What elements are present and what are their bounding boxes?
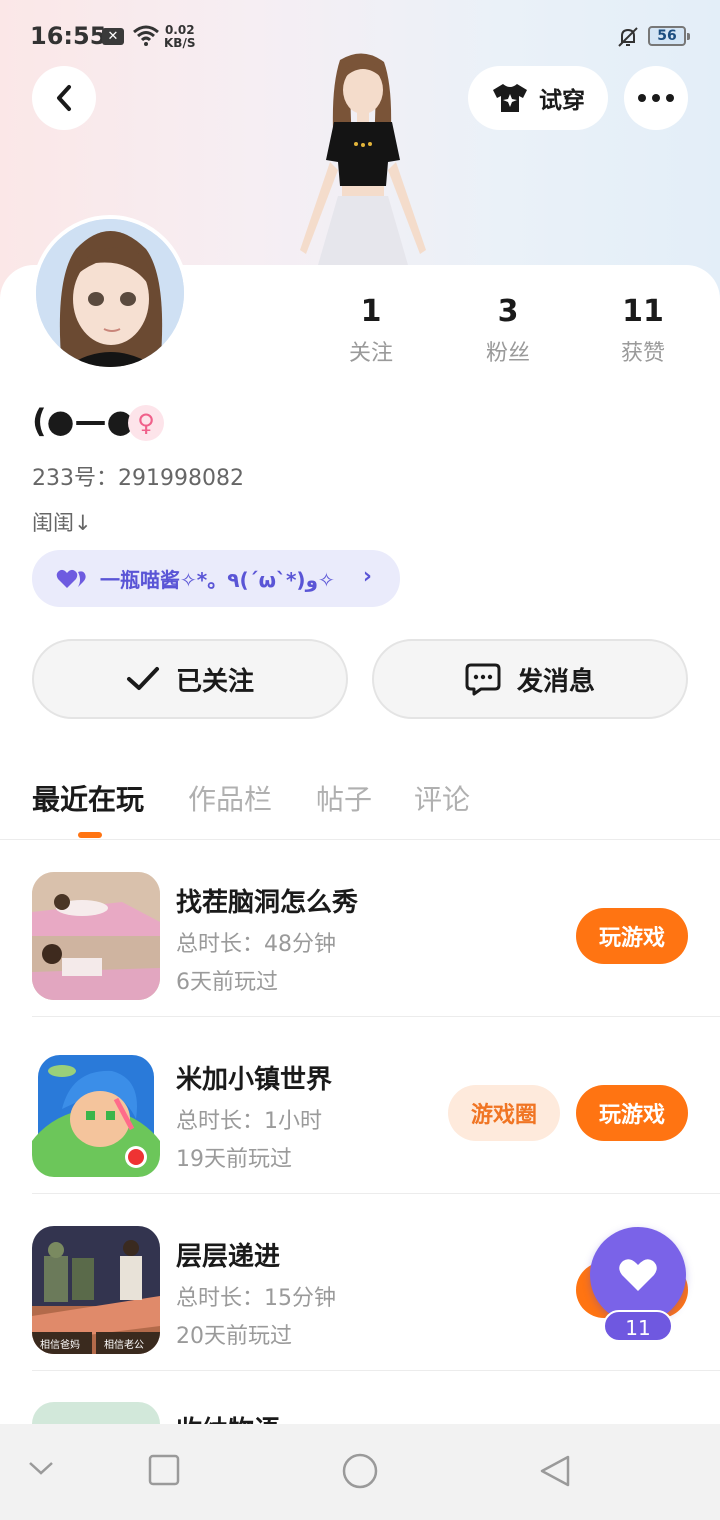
- likes-count: 11: [622, 294, 664, 329]
- game-row[interactable]: 找茬脑洞怎么秀 总时长：48分钟 6天前玩过 玩游戏: [0, 840, 720, 1017]
- play-game-button[interactable]: 玩游戏: [576, 1085, 688, 1141]
- try-on-button[interactable]: 试穿: [468, 66, 608, 130]
- message-button[interactable]: 发消息: [372, 639, 688, 719]
- tab-recently-played[interactable]: 最近在玩: [32, 778, 144, 818]
- female-icon: ♀: [128, 405, 164, 441]
- nav-back-icon[interactable]: [538, 1454, 572, 1488]
- game-icon[interactable]: [32, 872, 160, 1000]
- status-time: 16:55: [30, 22, 107, 50]
- chat-bubble-icon: [465, 663, 501, 696]
- bell-muted-icon: [618, 27, 638, 47]
- user-id[interactable]: 233号：291998082: [32, 460, 244, 492]
- user-bio: 闺闺↓: [32, 511, 92, 535]
- nav-home-icon[interactable]: [341, 1452, 379, 1490]
- relation-pill[interactable]: 一瓶喵酱✧*。٩(ˊωˋ*)و✧ ›: [32, 550, 400, 607]
- game-title: 米加小镇世界: [176, 1065, 333, 1095]
- avatar-portrait: [36, 219, 184, 367]
- game-last-played: 6天前玩过: [176, 970, 278, 995]
- chevron-left-icon: [57, 85, 71, 111]
- icon-caption-right: 相信老公: [104, 1338, 144, 1351]
- battery-indicator: 56: [648, 26, 690, 46]
- check-icon: [126, 667, 159, 690]
- game-circle-button[interactable]: 游戏圈: [448, 1085, 560, 1141]
- avatar-character-figure: [300, 53, 426, 265]
- tab-works[interactable]: 作品栏: [188, 778, 272, 818]
- tab-comments[interactable]: 评论: [414, 778, 470, 818]
- tshirt-icon: [493, 84, 527, 112]
- followers-label: 粉丝: [485, 341, 530, 366]
- game-duration: 总时长：15分钟: [176, 1286, 336, 1311]
- like-count: 11: [603, 1310, 673, 1342]
- game-thumbnail: [32, 1055, 160, 1177]
- likes-label: 获赞: [620, 341, 665, 366]
- nav-collapse-icon[interactable]: [28, 1460, 54, 1476]
- relation-pill-label: 一瓶喵酱✧*。٩(ˊωˋ*)و✧: [100, 568, 335, 592]
- game-last-played: 19天前玩过: [176, 1147, 292, 1172]
- back-button[interactable]: [32, 66, 96, 130]
- try-on-label: 试穿: [539, 88, 585, 114]
- tab-posts[interactable]: 帖子: [316, 778, 372, 818]
- game-thumbnail: 相信爸妈 相信老公: [32, 1226, 160, 1354]
- double-heart-icon: [56, 569, 86, 588]
- nav-recents-icon[interactable]: [148, 1454, 180, 1486]
- network-speed: 0.02 KB/S: [164, 23, 196, 50]
- game-last-played: 20天前玩过: [176, 1324, 292, 1349]
- more-options-button[interactable]: [624, 66, 688, 130]
- game-duration: 总时长：1小时: [176, 1109, 322, 1134]
- more-dots-icon: [638, 94, 674, 102]
- wifi-icon: [133, 25, 159, 46]
- follow-button[interactable]: 已关注: [32, 639, 348, 719]
- following-label: 关注: [348, 341, 393, 366]
- heart-icon: [619, 1259, 657, 1291]
- content-tabs: 最近在玩 作品栏 帖子 评论: [0, 768, 720, 840]
- stat-likes[interactable]: 11 获赞: [588, 294, 698, 367]
- icon-caption-left: 相信爸妈: [40, 1338, 80, 1351]
- game-title: 层层递进: [176, 1242, 281, 1272]
- chevron-right-icon: ›: [362, 564, 372, 589]
- followers-count: 3: [497, 294, 519, 329]
- follow-label: 已关注: [175, 666, 254, 697]
- following-count: 1: [360, 294, 382, 329]
- stat-following[interactable]: 1 关注: [316, 294, 426, 367]
- active-tab-indicator: [78, 832, 102, 838]
- avatar[interactable]: [32, 215, 188, 371]
- game-thumbnail: [32, 872, 160, 1000]
- game-icon[interactable]: 相信爸妈 相信老公: [32, 1226, 160, 1354]
- like-button[interactable]: [590, 1227, 686, 1323]
- play-game-button[interactable]: 玩游戏: [576, 908, 688, 964]
- game-title: 找茬脑洞怎么秀: [176, 888, 359, 918]
- game-row[interactable]: 米加小镇世界 总时长：1小时 19天前玩过 游戏圈 玩游戏: [0, 1017, 720, 1194]
- divider: [32, 1370, 720, 1371]
- message-label: 发消息: [516, 666, 595, 697]
- game-icon[interactable]: [32, 1049, 160, 1177]
- notification-x-icon: ✕: [102, 28, 124, 45]
- system-nav-bar: [0, 1424, 720, 1520]
- game-duration: 总时长：48分钟: [176, 932, 336, 957]
- stat-followers[interactable]: 3 粉丝: [453, 294, 563, 367]
